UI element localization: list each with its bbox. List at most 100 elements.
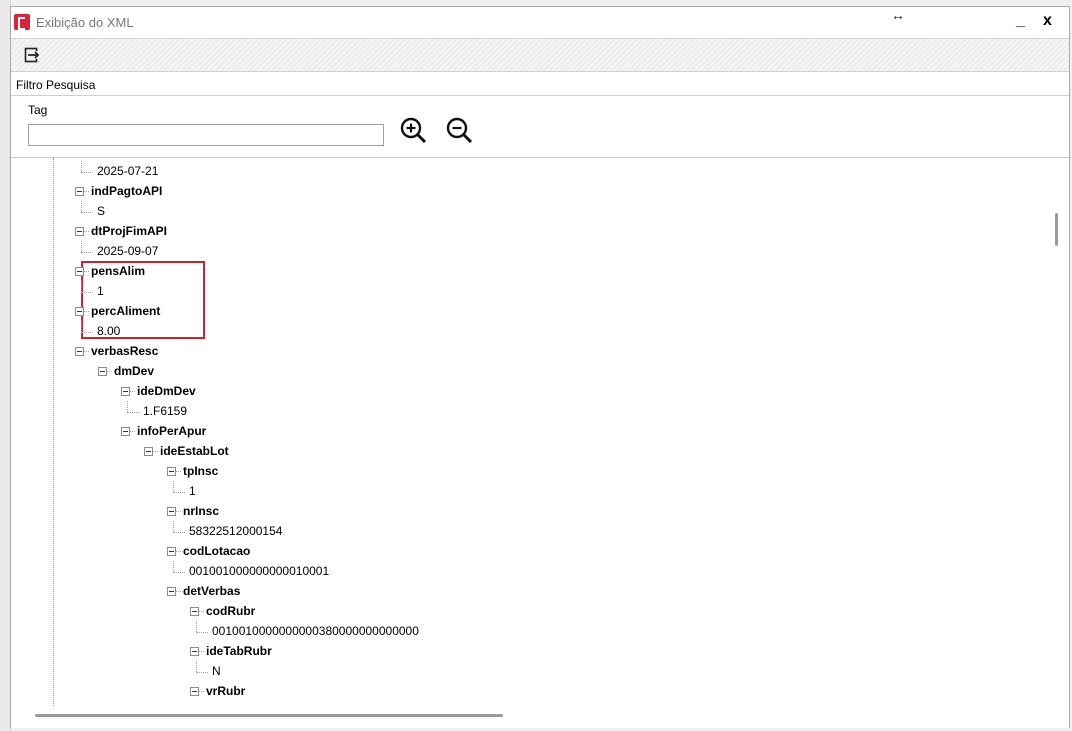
- tree-node-label: codRubr: [206, 604, 256, 618]
- toolbar: [11, 38, 1069, 72]
- collapse-toggle-icon[interactable]: [144, 447, 153, 456]
- tree-value[interactable]: 0010010000000000380000000000000: [196, 621, 596, 641]
- collapse-toggle-icon[interactable]: [167, 467, 176, 476]
- tree-node[interactable]: nrInsc: [167, 501, 567, 521]
- collapse-toggle-icon[interactable]: [190, 687, 199, 696]
- tree-node[interactable]: detVerbas: [167, 581, 567, 601]
- tree-value-text: 58322512000154: [189, 524, 283, 538]
- tree-node[interactable]: tpInsc: [167, 461, 567, 481]
- collapse-toggle-icon[interactable]: [167, 587, 176, 596]
- tree-guide-line: [53, 158, 54, 706]
- tree-value[interactable]: 2025-07-21: [81, 161, 481, 181]
- resize-icon[interactable]: ↔: [891, 7, 905, 23]
- tree-node[interactable]: codLotacao: [167, 541, 567, 561]
- title-bar[interactable]: Exibição do XML ↔ _ x: [11, 7, 1069, 37]
- tree-connector: [153, 451, 158, 452]
- collapse-toggle-icon[interactable]: [75, 187, 84, 196]
- tree-node-label: tpInsc: [183, 464, 219, 478]
- zoom-out-icon[interactable]: [444, 114, 476, 148]
- exit-icon[interactable]: [24, 47, 40, 63]
- collapse-toggle-icon[interactable]: [121, 427, 130, 436]
- tree-connector: [196, 632, 208, 633]
- horizontal-scroll-thumb[interactable]: [35, 714, 503, 717]
- tree-connector: [130, 431, 135, 432]
- tree-connector: [84, 191, 89, 192]
- tree-value[interactable]: 8.00: [81, 321, 481, 341]
- tree-node[interactable]: vrRubr: [190, 681, 590, 701]
- tree-node[interactable]: codRubr: [190, 601, 590, 621]
- tree-connector: [127, 412, 139, 413]
- tree-node-label: detVerbas: [183, 584, 241, 598]
- tree-value[interactable]: N: [196, 661, 596, 681]
- collapse-toggle-icon[interactable]: [75, 227, 84, 236]
- tree-value-text: N: [212, 664, 221, 678]
- tree-connector: [81, 172, 93, 173]
- tree-connector: [81, 332, 93, 333]
- tree-value[interactable]: 1: [81, 281, 481, 301]
- tree-connector: [127, 401, 128, 412]
- tree-node[interactable]: infoPerApur: [121, 421, 521, 441]
- tree-value-text: 001001000000000010001: [189, 564, 330, 578]
- tree-node[interactable]: ideTabRubr: [190, 641, 590, 661]
- collapse-toggle-icon[interactable]: [167, 507, 176, 516]
- tree-node[interactable]: verbasResc: [75, 341, 475, 361]
- minimize-button[interactable]: _: [1016, 12, 1025, 30]
- tree-connector: [81, 252, 93, 253]
- collapse-toggle-icon[interactable]: [75, 347, 84, 356]
- tree-node[interactable]: dmDev: [98, 361, 498, 381]
- collapse-toggle-icon[interactable]: [98, 367, 107, 376]
- tree-value[interactable]: 001001000000000010001: [173, 561, 573, 581]
- collapse-toggle-icon[interactable]: [167, 547, 176, 556]
- collapse-toggle-icon[interactable]: [190, 647, 199, 656]
- tag-label: Tag: [28, 103, 48, 117]
- tree-node-label: percAliment: [91, 304, 161, 318]
- app-logo-icon: [14, 14, 30, 30]
- zoom-in-icon[interactable]: [398, 114, 430, 148]
- tree-node[interactable]: percAliment: [75, 301, 475, 321]
- xml-tree-view[interactable]: 2025-07-21 indPagtoAPI SdtProjFimAPI 2025-0…: [11, 157, 1069, 728]
- tree-connector: [81, 292, 93, 293]
- tree-value[interactable]: S: [81, 201, 481, 221]
- tree-node-label: indPagtoAPI: [91, 184, 163, 198]
- filter-section-title: Filtro Pesquisa: [16, 78, 96, 92]
- tree-value-text: 2025-09-07: [97, 244, 159, 258]
- vertical-scroll-thumb[interactable]: [1055, 213, 1058, 246]
- tree-connector: [84, 231, 89, 232]
- tag-search-input[interactable]: [28, 124, 384, 146]
- collapse-toggle-icon[interactable]: [75, 307, 84, 316]
- tree-node[interactable]: indPagtoAPI: [75, 181, 475, 201]
- tree-node-label: ideTabRubr: [206, 644, 272, 658]
- tree-connector: [173, 572, 185, 573]
- tree-node-label: infoPerApur: [137, 424, 207, 438]
- tree-connector: [81, 281, 82, 292]
- tree-value[interactable]: 58322512000154: [173, 521, 573, 541]
- tree-connector: [196, 661, 197, 672]
- tree-node[interactable]: ideEstabLot: [144, 441, 544, 461]
- tree-node-label: verbasResc: [91, 344, 159, 358]
- tree-connector: [176, 511, 181, 512]
- close-button[interactable]: x: [1043, 12, 1052, 30]
- tree-node-label: dmDev: [114, 364, 155, 378]
- tree-connector: [196, 672, 208, 673]
- tree-connector: [84, 271, 89, 272]
- tree-node[interactable]: pensAlim: [75, 261, 475, 281]
- tree-connector: [84, 351, 89, 352]
- collapse-toggle-icon[interactable]: [190, 607, 199, 616]
- collapse-toggle-icon[interactable]: [75, 267, 84, 276]
- tree-value[interactable]: 2025-09-07: [81, 241, 481, 261]
- vertical-scrollbar[interactable]: [1047, 158, 1069, 728]
- tree-connector: [107, 371, 112, 372]
- tree-connector: [173, 561, 174, 572]
- tree-connector: [81, 201, 82, 212]
- tree-node-label: codLotacao: [183, 544, 251, 558]
- tree-value[interactable]: 1.F6159: [127, 401, 527, 421]
- tree-connector: [196, 621, 197, 632]
- tree-node[interactable]: ideDmDev: [121, 381, 521, 401]
- tree-value-text: 1: [97, 284, 104, 298]
- collapse-toggle-icon[interactable]: [121, 387, 130, 396]
- tree-node[interactable]: dtProjFimAPI: [75, 221, 475, 241]
- tree-connector: [199, 691, 204, 692]
- tree-value[interactable]: 1: [173, 481, 573, 501]
- tree-connector: [173, 481, 174, 492]
- tree-node-label: ideEstabLot: [160, 444, 229, 458]
